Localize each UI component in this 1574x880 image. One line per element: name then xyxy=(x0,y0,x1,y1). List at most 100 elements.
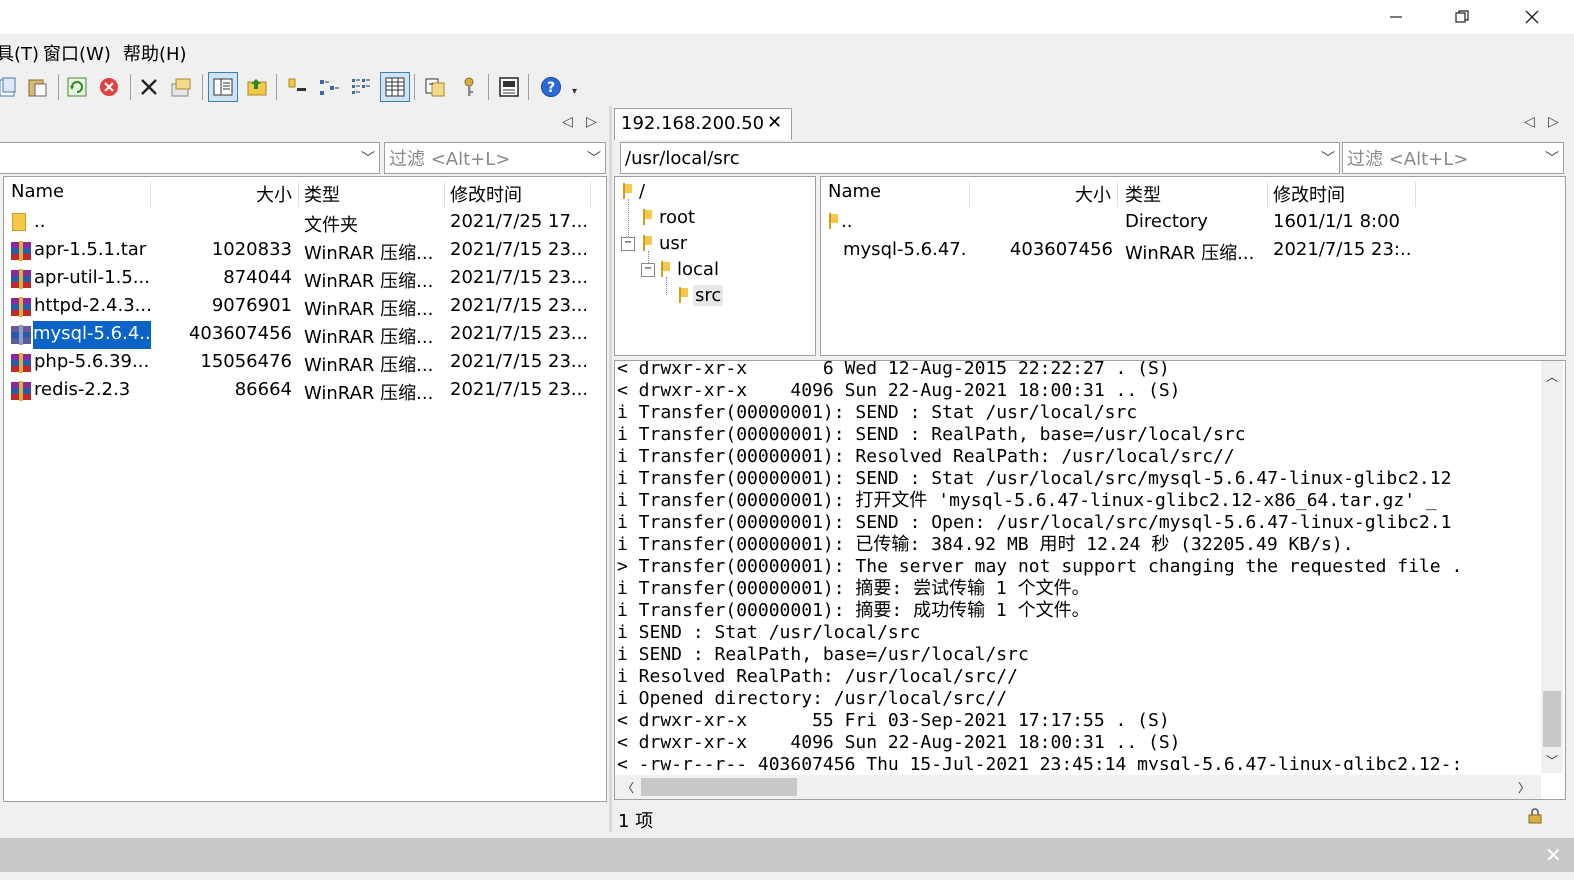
tree-collapse-icon[interactable]: − xyxy=(641,263,655,277)
pane-splitter[interactable] xyxy=(609,106,612,832)
copy-icon xyxy=(0,77,16,97)
local-file-list[interactable]: Name 大小 类型 修改时间 .. 文件夹 2021/7/25 17... a… xyxy=(3,176,607,802)
file-row[interactable]: mysql-5.6.47... 403607456 WinRAR 压缩... 2… xyxy=(821,237,1561,265)
large-icons-button[interactable] xyxy=(282,72,312,102)
scroll-up-icon[interactable]: ︿ xyxy=(1543,367,1561,385)
menu-tools[interactable]: 具(T) xyxy=(0,40,39,66)
file-row-selected[interactable]: mysql-5.6.4... 403607456 WinRAR 压缩... 20… xyxy=(4,321,604,349)
key-button[interactable] xyxy=(454,72,484,102)
refresh-button[interactable] xyxy=(62,72,92,102)
file-modified: 2021/7/15 23... xyxy=(450,351,586,372)
stop-button[interactable] xyxy=(94,72,124,102)
log-line: i SEND : RealPath, base=/usr/local/src xyxy=(617,644,1029,665)
left-nav-forward-icon[interactable]: ▷ xyxy=(586,114,597,130)
copy-button[interactable] xyxy=(0,72,22,102)
file-modified: 2021/7/15 23... xyxy=(450,239,586,260)
scroll-down-icon[interactable]: ﹀ xyxy=(1543,751,1561,769)
scroll-left-icon[interactable]: 〈 xyxy=(619,778,637,796)
column-name[interactable]: Name xyxy=(828,181,881,202)
terminal-button[interactable] xyxy=(494,72,524,102)
log-vertical-scrollbar[interactable]: ︿ ﹀ xyxy=(1541,361,1563,773)
winrar-icon xyxy=(11,325,31,345)
column-divider[interactable] xyxy=(150,181,151,207)
properties-button[interactable] xyxy=(166,72,196,102)
refresh-icon xyxy=(67,77,87,97)
column-modified[interactable]: 修改时间 xyxy=(1273,181,1345,207)
restore-button[interactable] xyxy=(1432,0,1492,34)
details-view-button[interactable] xyxy=(380,72,410,102)
column-divider[interactable] xyxy=(969,181,970,207)
column-name[interactable]: Name xyxy=(11,181,64,202)
dual-pane-button[interactable] xyxy=(208,72,238,102)
menu-bar xyxy=(0,34,1574,68)
restore-icon xyxy=(1455,10,1469,23)
list-view-button[interactable] xyxy=(346,72,376,102)
file-row[interactable]: .. 文件夹 2021/7/25 17... xyxy=(4,209,604,237)
remote-path-text: /usr/local/src xyxy=(625,147,740,169)
file-type: WinRAR 压缩... xyxy=(1125,243,1255,264)
toolbar-overflow-icon[interactable]: ▾ xyxy=(572,86,577,97)
column-type[interactable]: 类型 xyxy=(1125,181,1161,207)
column-divider[interactable] xyxy=(1267,181,1268,207)
file-name: apr-util-1.5.... xyxy=(34,267,150,288)
file-row[interactable]: .. Directory 1601/1/1 8:00 xyxy=(821,209,1561,237)
log-line: i Transfer(00000001): 摘要: 尝试传输 1 个文件。 xyxy=(617,578,1090,599)
menu-window[interactable]: 窗口(W) xyxy=(43,40,111,66)
folder-icon xyxy=(659,261,671,282)
tree-collapse-icon[interactable]: − xyxy=(621,237,635,251)
remote-folder-tree[interactable]: / root − usr − local src xyxy=(614,176,816,356)
column-divider[interactable] xyxy=(444,181,445,207)
file-row[interactable]: apr-1.5.1.tar 1020833 WinRAR 压缩... 2021/… xyxy=(4,237,604,265)
delete-button[interactable] xyxy=(134,72,164,102)
remote-path-combo[interactable]: /usr/local/src ﹀ xyxy=(620,142,1340,174)
local-filter-placeholder: 过滤 <Alt+L> xyxy=(389,149,511,170)
column-divider[interactable] xyxy=(298,181,299,207)
remote-file-list[interactable]: Name 大小 类型 修改时间 .. Directory 1601/1/1 8:… xyxy=(820,176,1566,356)
close-tab-icon[interactable]: ✕ xyxy=(767,112,782,133)
sync-button[interactable] xyxy=(420,72,450,102)
file-row[interactable]: php-5.6.39.... 15056476 WinRAR 压缩... 202… xyxy=(4,349,604,377)
up-folder-button[interactable] xyxy=(242,72,272,102)
folder-icon xyxy=(677,287,689,308)
local-filter-combo[interactable]: 过滤 <Alt+L> ﹀ xyxy=(384,142,606,174)
right-nav-back-icon[interactable]: ◁ xyxy=(1524,114,1535,130)
right-nav-forward-icon[interactable]: ▷ xyxy=(1548,114,1559,130)
file-modified: 2021/7/25 17... xyxy=(450,211,586,232)
file-modified: 2021/7/15 23... xyxy=(450,379,586,400)
transfer-log[interactable]: < drwxr-xr-x 6 Wed 12-Aug-2015 22:22:27 … xyxy=(614,360,1566,800)
scroll-right-icon[interactable]: 〉 xyxy=(1515,778,1533,796)
toolbar-separator xyxy=(276,74,277,100)
small-icons-icon xyxy=(320,80,339,95)
file-row[interactable]: apr-util-1.5.... 874044 WinRAR 压缩... 202… xyxy=(4,265,604,293)
column-divider[interactable] xyxy=(1117,181,1118,207)
file-row[interactable]: redis-2.2.3 86664 WinRAR 压缩... 2021/7/15… xyxy=(4,377,604,405)
file-name: httpd-2.4.3... xyxy=(34,295,150,316)
paste-button[interactable] xyxy=(22,72,52,102)
file-row[interactable]: httpd-2.4.3... 9076901 WinRAR 压缩... 2021… xyxy=(4,293,604,321)
column-modified[interactable]: 修改时间 xyxy=(450,181,522,207)
status-item-count: 1 项 xyxy=(618,811,654,832)
scroll-thumb[interactable] xyxy=(641,778,797,796)
column-divider[interactable] xyxy=(1415,181,1416,207)
minimize-button[interactable] xyxy=(1366,0,1426,34)
local-path-combo[interactable]: ﹀ xyxy=(0,142,380,174)
stop-icon xyxy=(100,78,118,96)
file-type: WinRAR 压缩... xyxy=(304,271,434,292)
file-modified: 1601/1/1 8:00 xyxy=(1273,211,1400,232)
column-size[interactable]: 大小 xyxy=(1075,181,1111,207)
left-nav-back-icon[interactable]: ◁ xyxy=(562,114,573,130)
column-type[interactable]: 类型 xyxy=(304,181,340,207)
remote-filter-combo[interactable]: 过滤 <Alt+L> ﹀ xyxy=(1342,142,1564,174)
tree-node-label: usr xyxy=(659,233,688,254)
close-window-button[interactable] xyxy=(1502,0,1562,34)
column-size[interactable]: 大小 xyxy=(256,181,292,207)
scroll-thumb[interactable] xyxy=(1543,691,1561,747)
close-panel-icon[interactable]: ✕ xyxy=(1545,843,1562,867)
sync-icon xyxy=(425,78,445,97)
help-button[interactable]: ? xyxy=(536,72,566,102)
small-icons-button[interactable] xyxy=(314,72,344,102)
tab-session[interactable]: 192.168.200.50 ✕ xyxy=(614,108,792,140)
log-horizontal-scrollbar[interactable]: 〈 〉 xyxy=(615,775,1541,799)
column-divider[interactable] xyxy=(590,181,591,207)
menu-help[interactable]: 帮助(H) xyxy=(123,40,187,66)
